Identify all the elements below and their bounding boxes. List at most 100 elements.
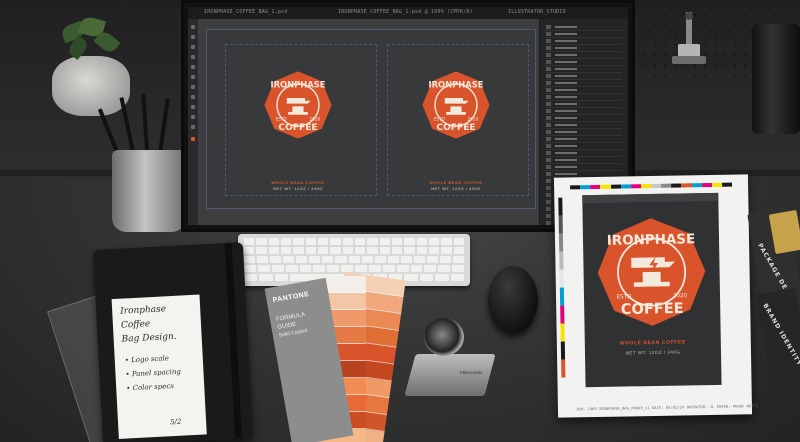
document-tab[interactable]: IRONPHASE_COFFEE_BAG_1.psd — [204, 9, 287, 15]
select-tool-icon[interactable] — [191, 35, 195, 39]
layer-row[interactable] — [546, 25, 622, 31]
plant-pot — [52, 56, 130, 116]
pen-cup — [112, 150, 186, 232]
color-patch — [558, 197, 563, 216]
note-line: Coffee — [120, 319, 151, 331]
badge-estd: ESTD — [276, 116, 287, 121]
badge-top-text: IRONPHASE — [428, 80, 483, 90]
color-patch — [691, 183, 702, 188]
color-patch — [558, 215, 563, 234]
artboard-dieline[interactable]: IRONPHASE COFFEE ESTD 2020 WHOLE BEAN CO… — [206, 29, 536, 209]
badge-weight: NET WT. 12OZ / 340G — [431, 186, 481, 191]
badge-tagline: WHOLE BEAN COFFEE — [429, 180, 483, 185]
layer-row[interactable] — [546, 88, 622, 94]
mouse[interactable] — [488, 266, 538, 334]
pen-tool-icon[interactable] — [191, 85, 195, 89]
bag-weight: NET WT. 12OZ / 340G — [625, 349, 681, 356]
layer-row[interactable] — [546, 46, 622, 52]
sticky-note: Ironphase Coffee Bag Design. • Logo scal… — [111, 294, 207, 439]
badge-bottom-text: COFFEE — [436, 123, 475, 133]
color-patch — [711, 182, 722, 187]
shape-tool-icon[interactable] — [191, 105, 195, 109]
badge-top-text: IRONPHASE — [607, 232, 696, 249]
badge-top-text: IRONPHASE — [270, 80, 325, 90]
layer-row[interactable] — [546, 144, 622, 150]
note-line: • Panel spacing — [125, 367, 182, 379]
layer-row[interactable] — [546, 53, 622, 59]
tools-panel — [188, 19, 198, 225]
layer-row[interactable] — [546, 123, 622, 129]
color-patch — [560, 341, 566, 360]
note-line: • Color specs — [126, 382, 175, 393]
layer-row[interactable] — [546, 109, 622, 115]
layer-row[interactable] — [546, 130, 622, 136]
layer-row[interactable] — [546, 32, 622, 38]
brush-tool-icon[interactable] — [191, 65, 195, 69]
layer-row[interactable] — [546, 81, 622, 87]
color-patch — [559, 287, 565, 306]
layer-row[interactable] — [546, 102, 622, 108]
pantone-brand: PANTONE — [272, 290, 310, 305]
badge-weight: NET WT. 12OZ / 340G — [273, 186, 323, 191]
layer-row[interactable] — [546, 95, 622, 101]
proof-footer: JOB: 2405-IRONPHASE_BAG_PROOF_v1 DATE: 0… — [575, 404, 759, 412]
badge-estd: ESTD — [617, 294, 632, 300]
zoom-tool-icon[interactable] — [191, 125, 195, 129]
pantone-title: FORMULA — [275, 312, 306, 324]
note-line: Ironphase — [119, 304, 167, 317]
color-patch — [681, 183, 692, 188]
vertical-color-bar — [558, 197, 566, 378]
badge-estd: ESTD — [434, 116, 445, 121]
coffee-bag-mockup: IRONPHASE COFFEE ESTD 2020 WHOLE BEAN CO… — [582, 192, 722, 388]
badge-tagline: WHOLE BEAN COFFEE — [271, 180, 325, 185]
color-patch — [558, 233, 564, 252]
print-proof: IRONPHASE COFFEE ESTD 2020 WHOLE BEAN CO… — [553, 174, 758, 418]
badge-year: 2020 — [467, 116, 478, 121]
layer-row[interactable] — [546, 60, 622, 66]
crop-tool-icon[interactable] — [191, 55, 195, 59]
layer-row[interactable] — [546, 67, 622, 73]
layer-row[interactable] — [546, 151, 622, 157]
hand-tool-icon[interactable] — [191, 115, 195, 119]
color-patch — [559, 251, 564, 270]
color-patch — [671, 183, 682, 188]
type-tool-icon[interactable] — [191, 95, 195, 99]
color-patch — [610, 184, 621, 189]
layer-row[interactable] — [546, 165, 622, 171]
color-patch — [661, 183, 672, 188]
note-line: Bag Design. — [121, 331, 177, 345]
layer-row[interactable] — [546, 74, 622, 80]
color-patch — [640, 184, 652, 189]
layer-row[interactable] — [546, 39, 622, 45]
key-row — [244, 256, 465, 263]
badge-bottom-text: COFFEE — [278, 123, 317, 133]
color-patch — [560, 323, 565, 342]
key-row — [244, 265, 464, 272]
bag-tagline: WHOLE BEAN COFFEE — [619, 339, 686, 347]
document-title: IRONPHASE_COFFEE_BAG_1.psd @ 100% (CMYK/… — [338, 9, 473, 15]
layer-row[interactable] — [546, 158, 622, 164]
logo-badge: IRONPHASE COFFEE ESTD 2020 — [597, 218, 706, 326]
badge-year: 2020 — [309, 116, 320, 121]
note-page-number: 5/2 — [169, 417, 182, 427]
badge-bottom-text: COFFEE — [621, 300, 684, 318]
foreground-color-swatch[interactable] — [191, 137, 195, 141]
eraser-tool-icon[interactable] — [191, 75, 195, 79]
loupe-label: PRECISION — [460, 370, 483, 375]
magnifier-loupe: PRECISION — [402, 318, 496, 400]
loupe-base — [404, 354, 496, 396]
layer-row[interactable] — [546, 116, 622, 122]
color-patch — [620, 184, 631, 189]
color-patch — [559, 269, 564, 288]
color-patch — [561, 359, 566, 378]
layer-row[interactable] — [546, 137, 622, 143]
gadget-clamp — [672, 12, 706, 64]
color-patch — [560, 305, 565, 324]
key-row — [244, 247, 464, 254]
color-patch — [630, 184, 641, 189]
move-tool-icon[interactable] — [191, 25, 195, 29]
color-patch — [651, 183, 662, 189]
canister — [752, 24, 800, 134]
color-patch — [701, 182, 712, 188]
lasso-tool-icon[interactable] — [191, 45, 195, 49]
